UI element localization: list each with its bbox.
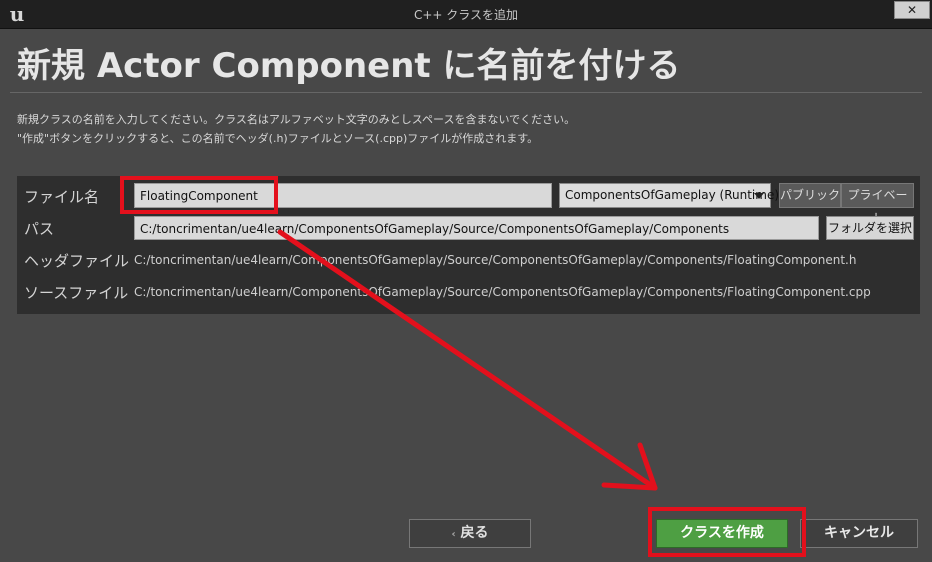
annotation-arrow — [277, 229, 658, 491]
